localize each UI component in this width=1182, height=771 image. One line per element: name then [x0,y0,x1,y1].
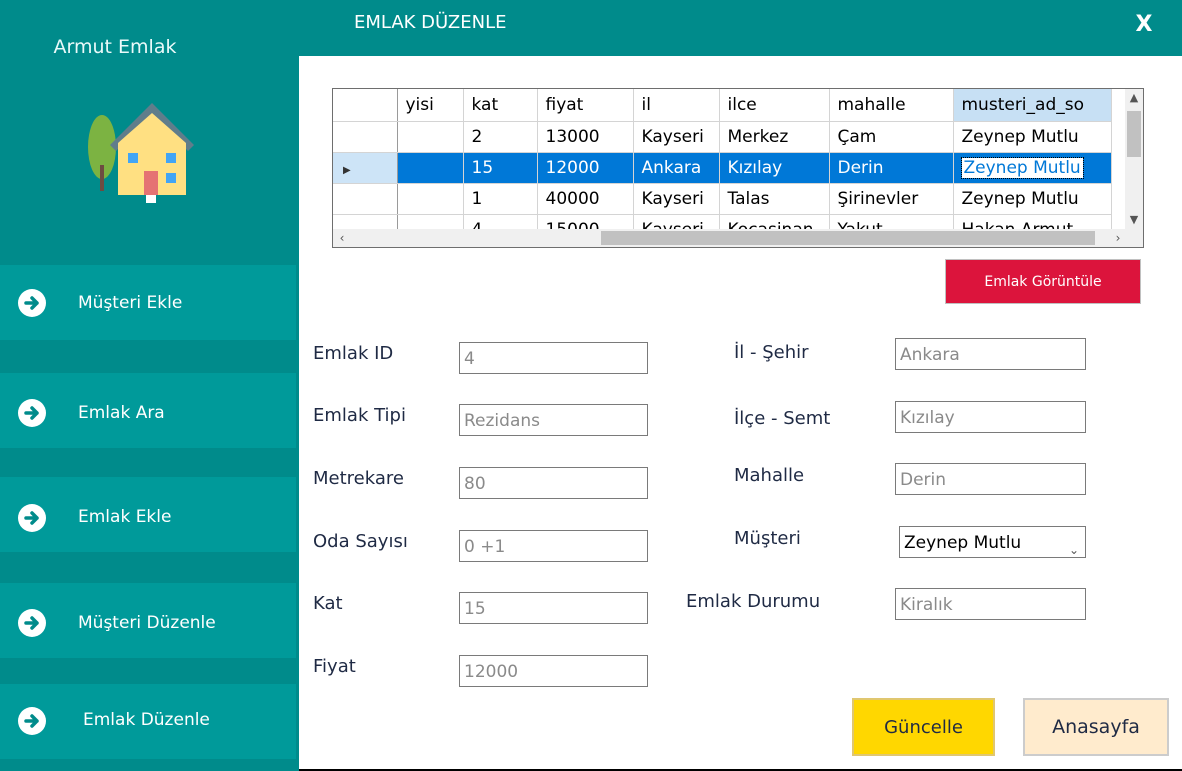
emlak-durumu-field[interactable]: Kiralık [895,588,1086,620]
label-fiyat: Fiyat [313,656,356,677]
table-cell[interactable]: 12000 [537,152,634,184]
musteri-select-value: Zeynep Mutlu [904,533,1022,553]
table-cell[interactable]: Kayseri [633,183,720,215]
column-header[interactable]: fiyat [537,89,634,122]
fiyat-field[interactable]: 12000 [459,655,648,687]
column-header[interactable]: yisi [397,89,464,122]
sidebar: Armut Emlak Müşteri Ekle Emlak Ara Emlak… [0,0,299,771]
column-header[interactable]: mahalle [829,89,954,122]
column-header[interactable]: il [633,89,720,122]
label-emlak-tipi: Emlak Tipi [313,405,406,426]
app-title: Armut Emlak [53,36,177,58]
page-title: EMLAK DÜZENLE [354,12,507,33]
label-kat: Kat [313,593,343,614]
header-bar: EMLAK DÜZENLE X [299,0,1182,56]
table-cell[interactable]: Şirinevler [829,183,954,215]
table-cell[interactable]: Talas [719,183,830,215]
table-cell[interactable]: Derin [829,152,954,184]
table-cell[interactable]: Merkez [719,121,830,153]
label-il: İl - Şehir [734,342,809,363]
arrow-right-icon [18,609,46,637]
musteri-select[interactable]: Zeynep Mutlu ⌄ [899,526,1086,558]
table-cell[interactable]: 15 [463,152,538,184]
chevron-down-icon: ⌄ [1068,543,1079,557]
arrow-right-icon [18,399,46,427]
scroll-corner [1125,229,1143,247]
nav-label: Müşteri Düzenle [78,613,216,633]
home-button[interactable]: Anasayfa [1023,698,1169,756]
nav-emlak-ara[interactable]: Emlak Ara [0,373,296,448]
table-cell[interactable]: Çam [829,121,954,153]
table-cell[interactable]: Kızılay [719,152,830,184]
table-cell[interactable]: 40000 [537,183,634,215]
arrow-right-icon [18,504,46,532]
label-musteri: Müşteri [734,528,801,549]
scroll-left-icon[interactable]: ‹ [333,229,351,247]
oda-sayisi-field[interactable]: 0 +1 [459,530,648,562]
scroll-down-icon[interactable]: ▼ [1125,211,1143,229]
row-header-corner [333,89,398,122]
row-header[interactable]: ▶ [333,152,398,184]
table-cell[interactable] [397,152,464,184]
scroll-thumb[interactable] [601,231,1095,245]
label-oda-sayisi: Oda Sayısı [313,531,408,552]
grid-table: yisi kat fiyat il ilce mahalle musteri_a… [333,89,1112,246]
table-cell[interactable]: 13000 [537,121,634,153]
table-cell[interactable]: Ankara [633,152,720,184]
table-cell-current[interactable]: Zeynep Mutlu [953,152,1112,184]
mahalle-field[interactable]: Derin [895,463,1086,495]
label-emlak-durumu: Emlak Durumu [686,591,821,612]
column-header[interactable]: kat [463,89,538,122]
ilce-field[interactable]: Kızılay [895,401,1086,433]
nav-musteri-ekle[interactable]: Müşteri Ekle [0,265,296,340]
table-cell[interactable] [397,183,464,215]
il-field[interactable]: Ankara [895,338,1086,370]
nav-emlak-ekle[interactable]: Emlak Ekle [0,477,296,552]
row-header[interactable] [333,183,398,215]
current-cell-text: Zeynep Mutlu [960,156,1084,179]
nav-label: Emlak Düzenle [83,710,210,730]
nav-label: Emlak Ara [78,403,165,423]
kat-field[interactable]: 15 [459,592,648,624]
scroll-thumb[interactable] [1127,111,1141,157]
column-header[interactable]: musteri_ad_so [953,89,1112,122]
metrekare-field[interactable]: 80 [459,467,648,499]
scroll-up-icon[interactable]: ▲ [1125,89,1143,107]
grid-header-row: yisi kat fiyat il ilce mahalle musteri_a… [333,89,1112,122]
nav-label: Emlak Ekle [78,507,172,527]
label-ilce: İlçe - Semt [734,408,831,429]
table-row-selected[interactable]: ▶ 15 12000 Ankara Kızılay Derin Zeynep M… [333,152,1112,184]
table-row[interactable]: 2 13000 Kayseri Merkez Çam Zeynep Mutlu [333,121,1112,153]
view-property-button[interactable]: Emlak Görüntüle [945,259,1141,304]
nav-musteri-duzenle[interactable]: Müşteri Düzenle [0,583,296,658]
table-cell[interactable]: Zeynep Mutlu [953,121,1112,153]
emlak-tipi-field[interactable]: Rezidans [459,404,648,436]
update-button[interactable]: Güncelle [852,698,995,756]
current-row-triangle-icon: ▶ [343,164,351,176]
table-cell[interactable] [397,121,464,153]
close-button[interactable]: X [1132,12,1156,40]
table-cell[interactable]: Kayseri [633,121,720,153]
nav-label: Müşteri Ekle [78,293,183,313]
vertical-scrollbar[interactable]: ▲ ▼ [1125,89,1143,229]
emlak-id-field[interactable]: 4 [459,342,648,374]
row-header[interactable] [333,121,398,153]
nav-emlak-duzenle[interactable]: Emlak Düzenle [0,684,296,759]
arrow-right-icon [18,707,46,735]
property-grid[interactable]: yisi kat fiyat il ilce mahalle musteri_a… [332,88,1144,248]
arrow-right-icon [18,289,46,317]
label-metrekare: Metrekare [313,468,404,489]
house-logo-icon [88,103,194,203]
label-emlak-id: Emlak ID [313,343,394,364]
table-cell[interactable]: 2 [463,121,538,153]
table-cell[interactable]: Zeynep Mutlu [953,183,1112,215]
column-header[interactable]: ilce [719,89,830,122]
table-cell[interactable]: 1 [463,183,538,215]
label-mahalle: Mahalle [734,465,805,486]
table-row[interactable]: 1 40000 Kayseri Talas Şirinevler Zeynep … [333,183,1112,215]
horizontal-scrollbar[interactable]: ‹ › [333,229,1127,247]
